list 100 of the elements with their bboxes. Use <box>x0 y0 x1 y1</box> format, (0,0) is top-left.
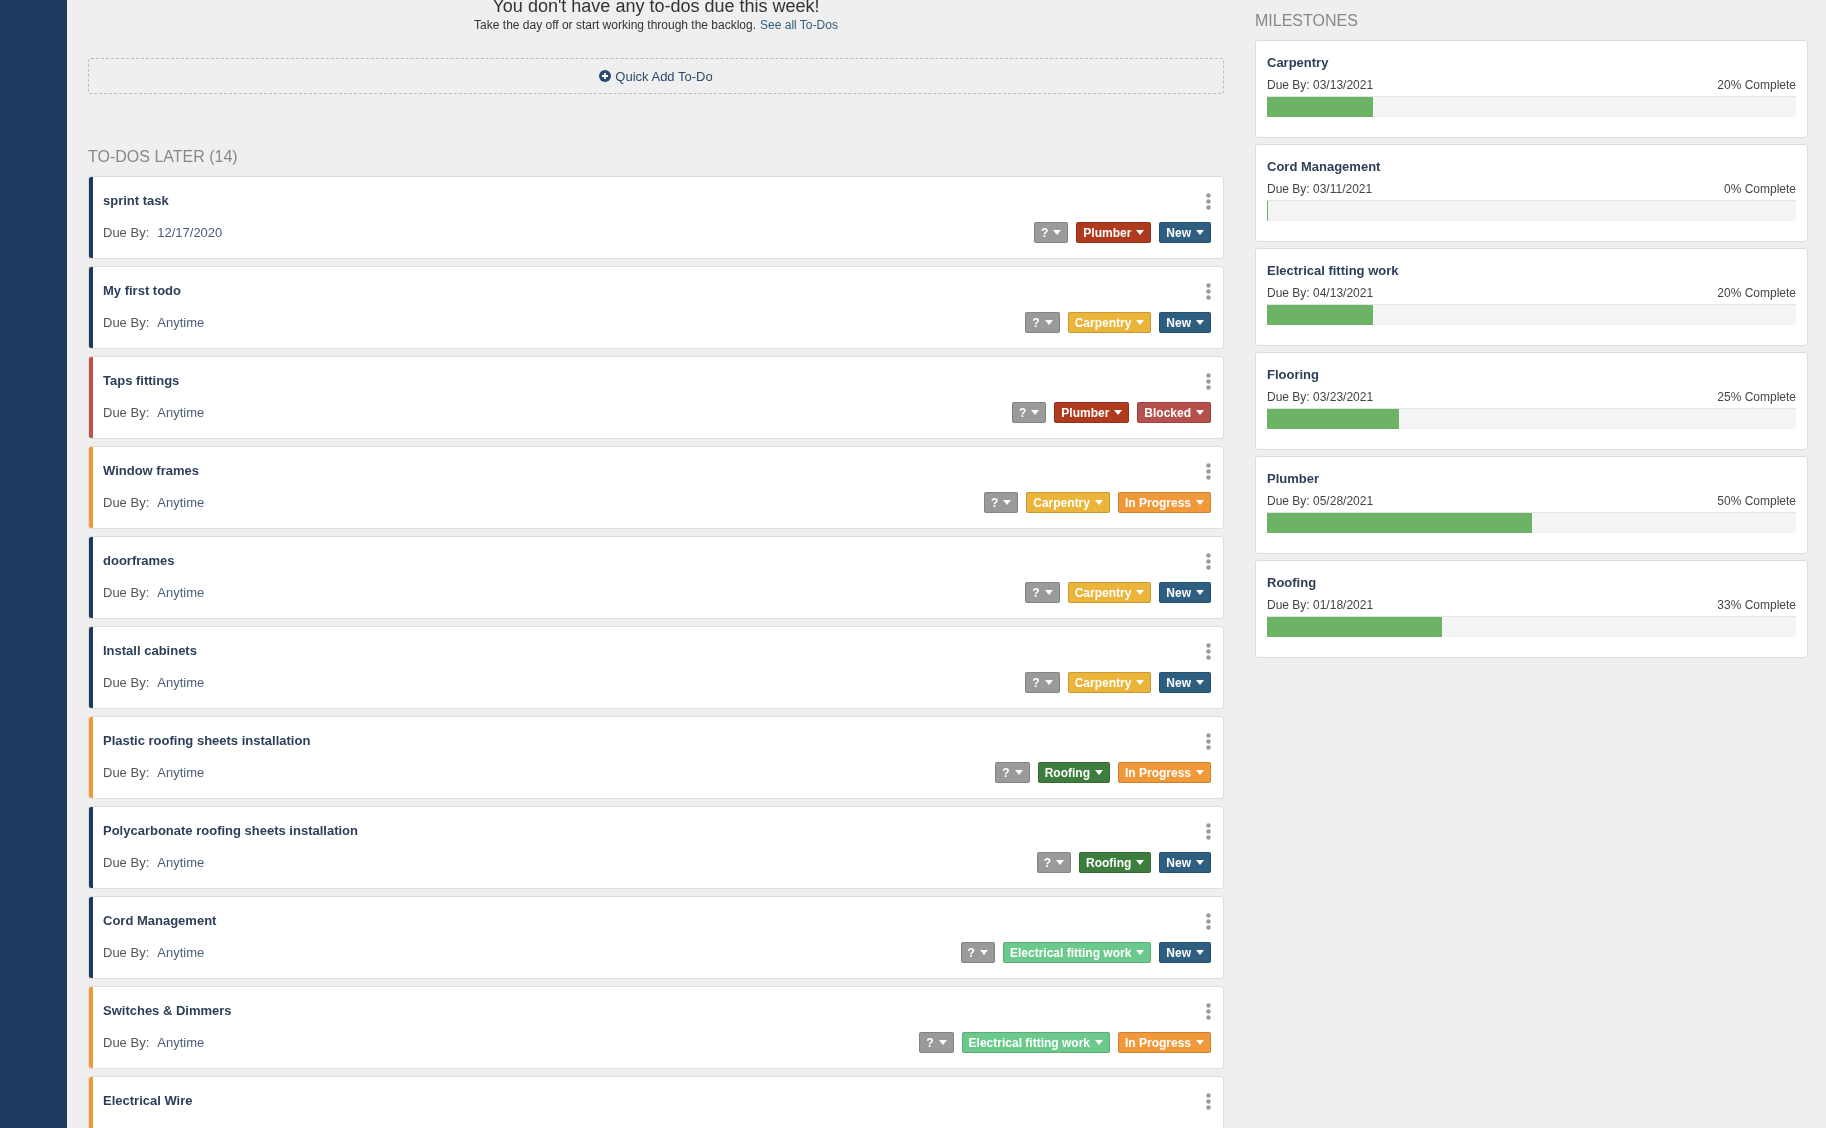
tag-dropdown[interactable]: ? <box>1036 852 1071 873</box>
caret-icon <box>1136 230 1145 235</box>
tag-dropdown[interactable]: Blocked <box>1137 402 1211 423</box>
caret-icon <box>1136 320 1145 325</box>
todo-title: Taps fittings <box>103 373 180 389</box>
tag-dropdown[interactable]: ? <box>1025 312 1060 333</box>
due-label: Due By: <box>103 225 150 240</box>
more-options-icon[interactable] <box>1206 283 1211 300</box>
caret-icon <box>1136 680 1145 685</box>
plus-circle-icon <box>599 70 612 82</box>
milestone-name: Roofing <box>1267 575 1318 590</box>
more-options-icon[interactable] <box>1206 1093 1211 1110</box>
due-label: Due By: <box>103 1035 150 1050</box>
todo-title: sprint task <box>103 193 169 209</box>
due-label: Due By: <box>103 675 150 690</box>
tag-dropdown[interactable]: ? <box>1011 402 1047 423</box>
todo-title: Polycarbonate roofing sheets installation <box>103 823 358 839</box>
tag-dropdown[interactable]: New <box>1159 582 1211 603</box>
quick-add-button[interactable]: Quick Add To-Do <box>88 58 1224 94</box>
see-all-link[interactable]: See all To-Dos <box>760 18 838 32</box>
todo-title: Install cabinets <box>103 643 197 659</box>
caret-icon <box>979 950 988 955</box>
milestone-percent: 0% Complete <box>1723 182 1796 196</box>
tag-dropdown[interactable]: Carpentry <box>1026 492 1110 513</box>
milestone-due: Due By: 05/28/2021 <box>1267 494 1374 508</box>
tag-dropdown[interactable]: In Progress <box>1117 492 1211 513</box>
more-options-icon[interactable] <box>1206 373 1211 390</box>
due-date: Anytime <box>157 1035 205 1050</box>
tag-dropdown[interactable]: Roofing <box>1079 852 1152 873</box>
due-label: Due By: <box>103 855 150 870</box>
tag-dropdown[interactable]: Electrical fitting work <box>961 1032 1110 1053</box>
due-label: Due By: <box>103 765 150 780</box>
caret-icon <box>1044 320 1053 325</box>
milestone-name: Flooring <box>1267 367 1320 382</box>
tag-dropdown[interactable]: Carpentry <box>1067 312 1152 333</box>
milestone-percent: 20% Complete <box>1717 286 1796 300</box>
caret-icon <box>1196 230 1204 235</box>
tag-dropdown[interactable]: ? <box>960 942 995 963</box>
tag-dropdown[interactable]: New <box>1159 672 1211 693</box>
tag-dropdown[interactable]: ? <box>983 492 1019 513</box>
due-label: Due By: <box>103 945 150 960</box>
tag-dropdown[interactable]: Plumber <box>1076 222 1152 243</box>
more-options-icon[interactable] <box>1206 553 1211 570</box>
empty-state-text: Take the day off or start working through the backlog. <box>474 18 757 32</box>
tag-dropdown[interactable]: New <box>1159 312 1211 333</box>
caret-icon <box>1114 410 1123 415</box>
due-label: Due By: <box>103 315 150 330</box>
caret-icon <box>1196 770 1204 775</box>
more-options-icon[interactable] <box>1206 823 1211 840</box>
tag-dropdown[interactable]: ? <box>1033 222 1069 243</box>
milestone-due: Due By: 03/11/2021 <box>1267 182 1373 196</box>
tag-dropdown[interactable]: In Progress <box>1117 1032 1211 1053</box>
caret-icon <box>1053 230 1062 235</box>
tag-dropdown[interactable]: Plumber <box>1054 402 1130 423</box>
tag-dropdown[interactable]: ? <box>1025 582 1060 603</box>
section-title: MILESTONES <box>1255 12 1359 30</box>
caret-icon <box>1136 860 1145 865</box>
caret-icon <box>1094 500 1103 505</box>
due-date: Anytime <box>157 765 205 780</box>
caret-icon <box>1196 320 1204 325</box>
tag-dropdown[interactable]: Electrical fitting work <box>1002 942 1152 963</box>
tag-dropdown[interactable]: Carpentry <box>1067 582 1152 603</box>
caret-icon <box>938 1040 947 1045</box>
milestone-name: Carpentry <box>1267 55 1330 70</box>
due-label: Due By: <box>103 495 150 510</box>
tag-dropdown[interactable]: ? <box>919 1032 954 1053</box>
caret-icon <box>1196 950 1204 955</box>
more-options-icon[interactable] <box>1206 463 1211 480</box>
more-options-icon[interactable] <box>1206 913 1211 930</box>
tag-dropdown[interactable]: New <box>1159 222 1211 243</box>
caret-icon <box>1196 500 1204 505</box>
tag-dropdown[interactable]: New <box>1159 942 1211 963</box>
more-options-icon[interactable] <box>1206 1003 1211 1020</box>
caret-icon <box>1094 770 1103 775</box>
tag-dropdown[interactable]: In Progress <box>1117 762 1211 783</box>
caret-icon <box>1003 500 1012 505</box>
due-date: Anytime <box>157 585 205 600</box>
caret-icon <box>1196 1040 1204 1045</box>
todo-title: doorframes <box>103 553 175 569</box>
tag-dropdown[interactable]: Roofing <box>1037 762 1110 783</box>
tag-dropdown[interactable]: ? <box>1025 672 1060 693</box>
tag-dropdown[interactable]: ? <box>995 762 1030 783</box>
milestone-due: Due By: 01/18/2021 <box>1267 598 1374 612</box>
caret-icon <box>1014 770 1023 775</box>
caret-icon <box>1196 680 1204 685</box>
tag-dropdown[interactable]: Carpentry <box>1067 672 1152 693</box>
more-options-icon[interactable] <box>1206 193 1211 210</box>
due-date: Anytime <box>157 405 205 420</box>
caret-icon <box>1044 590 1053 595</box>
caret-icon <box>1056 860 1064 865</box>
tag-dropdown[interactable]: New <box>1159 852 1211 873</box>
more-options-icon[interactable] <box>1206 643 1211 660</box>
caret-icon <box>1196 860 1204 865</box>
due-date: Anytime <box>157 945 205 960</box>
caret-icon <box>1094 1040 1103 1045</box>
milestone-due: Due By: 03/13/2021 <box>1267 78 1374 92</box>
todo-title: Plastic roofing sheets installation <box>103 733 311 749</box>
more-options-icon[interactable] <box>1206 733 1211 750</box>
milestone-name: Cord Management <box>1267 159 1382 174</box>
caret-icon <box>1136 950 1145 955</box>
